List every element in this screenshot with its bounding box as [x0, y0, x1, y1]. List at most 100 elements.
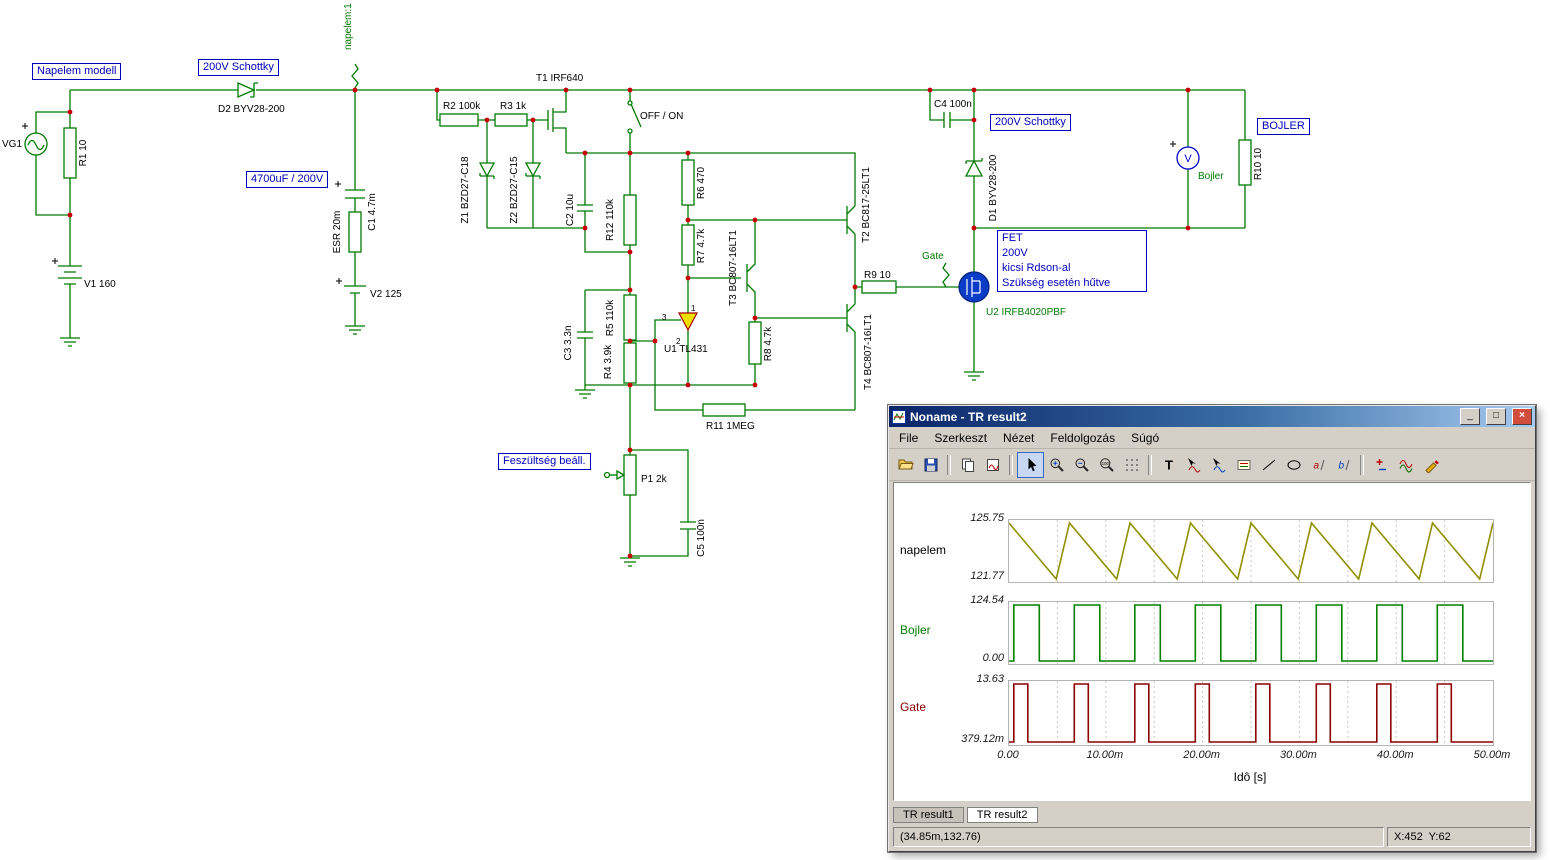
window-icon	[892, 409, 906, 424]
select-tool-button[interactable]	[1017, 451, 1044, 478]
zoom-out-button[interactable]	[1069, 453, 1094, 477]
r11-resistor[interactable]	[702, 403, 746, 417]
v2-battery[interactable]	[336, 278, 366, 294]
x-axis-title: Idô [s]	[1233, 770, 1267, 784]
tab-tr-result1[interactable]: TR result1	[893, 807, 964, 823]
zoom-out-icon	[1075, 458, 1089, 472]
z1-zener[interactable]	[478, 162, 496, 179]
menu-nezet[interactable]: Nézet	[995, 429, 1042, 447]
bojler-voltmeter[interactable]: V	[1170, 141, 1200, 170]
d1-diode[interactable]	[964, 158, 984, 177]
label-p1: P1 2k	[641, 474, 668, 485]
copy-icon	[961, 458, 974, 472]
text-tool-button[interactable]: T	[1156, 453, 1181, 477]
annotation-schottky-left[interactable]: 200V Schottky	[198, 59, 279, 76]
result-window[interactable]: Noname - TR result2 _ □ × File Szerkeszt…	[887, 404, 1537, 853]
xtick-0: 0.00	[997, 749, 1019, 761]
t1-mosfet[interactable]	[547, 108, 554, 132]
pen-tool-button[interactable]	[1418, 453, 1443, 477]
ground-symbols	[60, 325, 984, 567]
zoom-100-button[interactable]: 100	[1094, 453, 1119, 477]
voltmeter-glyph: V	[1184, 153, 1192, 165]
menu-feldolgozas[interactable]: Feldolgozás	[1042, 429, 1123, 447]
copy-button[interactable]	[955, 453, 980, 477]
r5-resistor[interactable]	[623, 294, 637, 341]
z2-zener[interactable]	[524, 162, 542, 179]
legend-icon	[1237, 459, 1250, 470]
window-title: Noname - TR result2	[910, 409, 1027, 424]
ymin-napelem: 121.77	[970, 570, 1004, 582]
line-tool-button[interactable]	[1256, 453, 1281, 477]
svg-text:b: b	[1338, 460, 1344, 471]
ymin-bojler: 0.00	[982, 652, 1004, 664]
curves-button[interactable]	[1393, 453, 1418, 477]
zoom-in-icon	[1050, 458, 1064, 472]
menu-szerkeszt[interactable]: Szerkeszt	[926, 429, 995, 447]
label-d1: D1 BYV28-200	[988, 154, 999, 221]
menu-sugo[interactable]: Súgó	[1123, 429, 1167, 447]
save-button[interactable]	[918, 453, 943, 477]
label-meter: Bojler	[1198, 171, 1224, 182]
r2-resistor[interactable]	[439, 113, 479, 127]
u2-mosfet[interactable]	[958, 271, 990, 303]
toolbar: 100 T a b	[889, 449, 1535, 481]
minimize-button[interactable]: _	[1460, 408, 1480, 425]
grid-dots-icon	[1125, 458, 1138, 471]
chart-area[interactable]: napelem Bojler Gate 125.75 121.77 124.54…	[893, 482, 1531, 801]
cursor-a-button[interactable]	[1181, 453, 1206, 477]
r12-resistor[interactable]	[623, 194, 637, 246]
vg1-source[interactable]	[22, 123, 48, 156]
marker-a-button[interactable]: a	[1306, 453, 1331, 477]
marker-b-button[interactable]: b	[1331, 453, 1356, 477]
label-u1-pin1: 1	[691, 304, 696, 313]
r4-resistor[interactable]	[623, 342, 637, 384]
zoom-in-button[interactable]	[1044, 453, 1069, 477]
c2-capacitor[interactable]	[577, 204, 593, 212]
cursor-b-button[interactable]	[1206, 453, 1231, 477]
annotation-napelem-modell[interactable]: Napelem modell	[32, 63, 122, 80]
napelem-plot[interactable]	[1008, 519, 1494, 583]
annotation-cap-bank[interactable]: 4700uF / 200V	[246, 171, 329, 188]
u1-tl431[interactable]	[678, 312, 698, 332]
r7-resistor[interactable]	[681, 224, 695, 266]
maximize-button[interactable]: □	[1486, 408, 1506, 425]
bojler-plot[interactable]	[1008, 601, 1494, 665]
d2-diode[interactable]	[237, 82, 258, 98]
c5-capacitor[interactable]	[680, 521, 696, 530]
open-button[interactable]	[893, 453, 918, 477]
status-bar: (34.85m,132.76) X:452 Y:62	[893, 827, 1531, 847]
esr-resistor[interactable]	[348, 211, 362, 253]
grid-toggle-button[interactable]	[1119, 453, 1144, 477]
tab-tr-result2[interactable]: TR result2	[966, 807, 1038, 823]
fet-note-line3: kicsi Rdson-al	[1002, 262, 1071, 274]
annotation-fet-note[interactable]: FET 200V kicsi Rdson-al Szükség esetén h…	[997, 230, 1147, 292]
axis-scale-button[interactable]	[1368, 453, 1393, 477]
label-v1: V1 160	[84, 279, 116, 290]
gate-plot[interactable]	[1008, 680, 1494, 746]
c1-capacitor[interactable]	[335, 181, 365, 199]
annotation-feszultseg[interactable]: Feszültség beáll.	[498, 453, 591, 470]
title-bar[interactable]: Noname - TR result2 _ □ ×	[889, 406, 1535, 427]
xtick-1: 10.00m	[1086, 749, 1124, 761]
v1-battery[interactable]	[52, 258, 82, 285]
menu-file[interactable]: File	[891, 429, 926, 447]
close-button[interactable]: ×	[1512, 408, 1532, 425]
copy-chart-button[interactable]	[980, 453, 1005, 477]
r1-resistor[interactable]	[63, 127, 77, 179]
annotation-schottky-right[interactable]: 200V Schottky	[990, 114, 1071, 131]
p1-potentiometer[interactable]	[603, 454, 637, 496]
ellipse-tool-button[interactable]	[1281, 453, 1306, 477]
c4-capacitor[interactable]	[943, 112, 951, 128]
annotation-bojler[interactable]: BOJLER	[1257, 118, 1310, 135]
c3-capacitor[interactable]	[577, 331, 593, 339]
r9-resistor[interactable]	[861, 280, 897, 294]
r8-resistor[interactable]	[748, 321, 762, 365]
label-esr: ESR 20m	[332, 211, 343, 254]
label-offon: OFF / ON	[640, 111, 683, 122]
label-r12: R12 110k	[605, 198, 616, 241]
label-c5: C5 100n	[696, 519, 707, 557]
r3-resistor[interactable]	[494, 113, 528, 127]
r10-resistor[interactable]	[1238, 139, 1252, 186]
legend-button[interactable]	[1231, 453, 1256, 477]
r6-resistor[interactable]	[681, 159, 695, 206]
